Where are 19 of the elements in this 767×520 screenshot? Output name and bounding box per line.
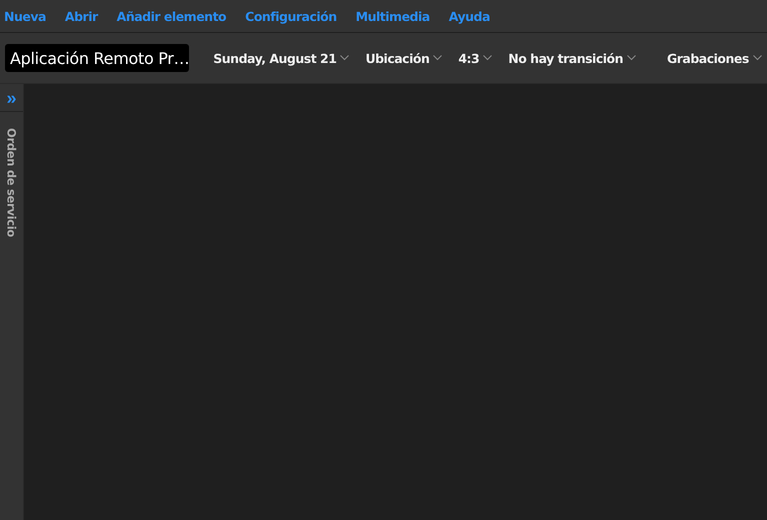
sidebar-tab[interactable]: Orden de servicio (4, 128, 18, 238)
dropdown[interactable]: Grabaciones (659, 50, 767, 66)
dropdown[interactable]: Sunday, August 21 (205, 50, 358, 66)
caret-icon (483, 55, 492, 61)
caret-icon (627, 55, 636, 61)
menu-item[interactable]: Abrir (64, 8, 98, 24)
menu-item[interactable]: Configuración (245, 8, 337, 24)
dropdown[interactable]: 4:3 (450, 50, 500, 66)
menu-item[interactable]: Añadir elemento (116, 8, 226, 24)
title-field[interactable]: Aplicación Remoto Pr… (5, 44, 190, 72)
menu-item[interactable]: Nueva (4, 8, 46, 24)
caret-icon (433, 55, 442, 61)
dropdown[interactable]: Ubicación (357, 50, 450, 66)
caret-icon (752, 55, 762, 61)
caret-icon (340, 55, 350, 61)
menu-item[interactable]: Ayuda (448, 8, 490, 24)
menu-item[interactable]: Multimedia (356, 8, 430, 24)
dropdown[interactable]: No hay transición (500, 50, 644, 66)
expand-button[interactable]: » (0, 84, 23, 112)
